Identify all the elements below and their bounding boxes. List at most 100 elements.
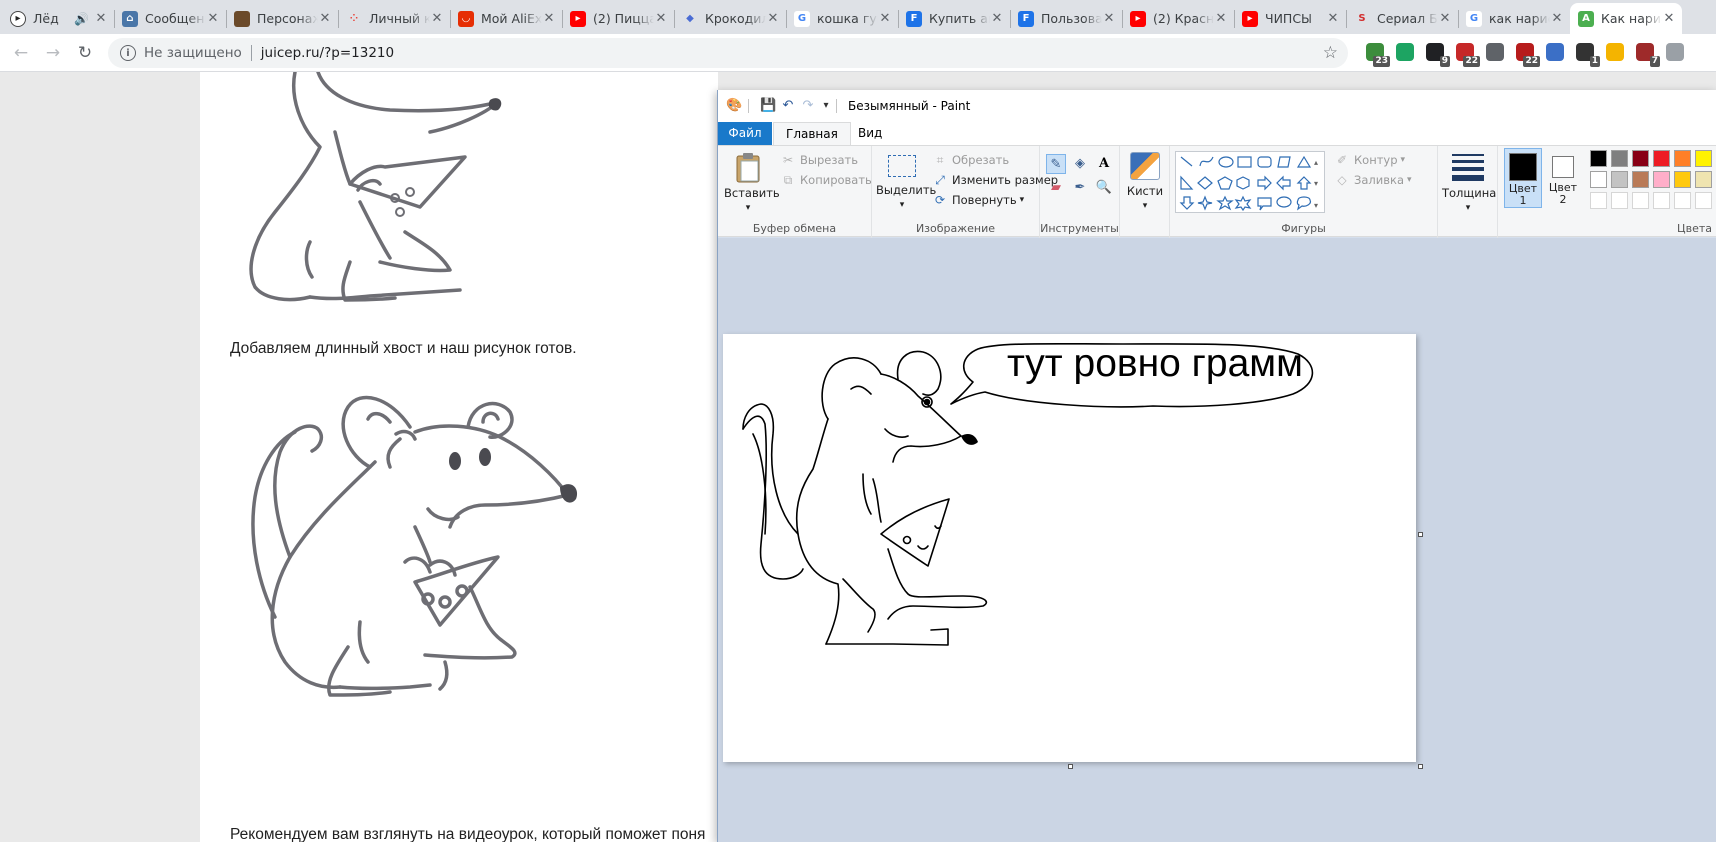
palette-swatch[interactable] [1611,192,1628,209]
ext-lock-icon[interactable] [1606,43,1624,61]
article-caption-tail: Добавляем длинный хвост и наш рисунок го… [230,340,577,357]
color-picker-icon[interactable]: ✒ [1070,178,1090,198]
browser-tab[interactable]: ▸ Лёд 🔊 ✕ [2,3,114,34]
palette-swatch[interactable] [1632,171,1649,188]
tab-close-icon[interactable]: ✕ [94,11,108,26]
ext-red-icon[interactable]: 7 [1636,43,1660,67]
ext-abp2-icon[interactable]: 22 [1516,43,1540,67]
browser-tab[interactable]: F Пользователь✕ [1010,3,1122,34]
ext-cube-icon[interactable]: 9 [1426,43,1450,67]
forward-button[interactable]: → [40,40,66,66]
palette-swatch[interactable] [1674,150,1691,167]
browser-tab[interactable]: ▸ ЧИПСЫ ✕ [1234,3,1346,34]
palette-swatch[interactable] [1695,171,1712,188]
tab-close-icon[interactable]: ✕ [1102,11,1116,26]
tab-close-icon[interactable]: ✕ [206,11,220,26]
palette-swatch[interactable] [1590,171,1607,188]
brushes-button[interactable]: Кисти ▾ [1124,152,1166,213]
undo-icon[interactable]: ↶ [780,98,796,114]
crop-button[interactable]: ⌗ Обрезать [932,152,1010,168]
cut-button[interactable]: ✂ Вырезать [780,152,858,168]
ext-q-icon[interactable] [1396,43,1414,61]
palette-swatch[interactable] [1590,150,1607,167]
customize-qa-chevron-icon[interactable]: ▾ [818,98,834,114]
palette-swatch[interactable] [1674,171,1691,188]
palette-swatch[interactable] [1674,192,1691,209]
browser-tab[interactable]: ◡ Мой AliExpress✕ [450,3,562,34]
fill-dropdown[interactable]: ◇ Заливка ▾ [1334,172,1411,188]
ext-shield-icon[interactable]: 23 [1366,43,1390,67]
resize-handle-corner[interactable] [1418,764,1423,769]
browser-tab[interactable]: Персонаж ✕ [226,3,338,34]
tab-close-icon[interactable]: ✕ [654,11,668,26]
redo-icon[interactable]: ↷ [800,98,816,114]
palette-swatch[interactable] [1611,171,1628,188]
save-icon[interactable]: 💾 [760,98,776,114]
browser-tab[interactable]: A Как нарисовать✕ [1570,3,1682,34]
tab-home[interactable]: Главная [773,122,851,145]
palette-swatch[interactable] [1695,150,1712,167]
palette-swatch[interactable] [1653,192,1670,209]
color2-button[interactable]: Цвет 2 [1544,148,1582,208]
palette-swatch[interactable] [1653,171,1670,188]
palette-swatch[interactable] [1632,150,1649,167]
color1-button[interactable]: Цвет 1 [1504,148,1542,208]
browser-tab[interactable]: ⌂ Сообщения✕ [114,3,226,34]
site-info-icon[interactable]: i [120,45,136,61]
pencil-tool-icon[interactable]: ✎ [1046,154,1066,174]
select-button[interactable]: Выделить ▾ [876,152,936,212]
browser-tab[interactable]: ▸ (2) Красный✕ [1122,3,1234,34]
browser-tab[interactable]: S Сериал Б ✕ [1346,3,1458,34]
browser-tab[interactable]: F Купить аккаунт✕ [898,3,1010,34]
tab-close-icon[interactable]: ✕ [318,11,332,26]
ext-v-icon[interactable] [1546,43,1564,61]
shapes-gallery[interactable]: ▴ ▾ ▾ [1175,151,1325,213]
palette-swatch[interactable] [1695,192,1712,209]
back-button[interactable]: ← [8,40,34,66]
browser-tab[interactable]: ▸ (2) Пицца ✕ [562,3,674,34]
tab-close-icon[interactable]: ✕ [430,11,444,26]
browser-tab[interactable]: Gкак нарисовать✕ [1458,3,1570,34]
palette-swatch[interactable] [1590,192,1607,209]
tab-file[interactable]: Файл [718,122,772,145]
tab-view[interactable]: Вид [846,122,894,145]
tab-close-icon[interactable]: ✕ [990,11,1004,26]
tab-close-icon[interactable]: ✕ [1214,11,1228,26]
text-tool-icon[interactable]: A [1094,154,1114,174]
paste-button[interactable]: Вставить ▾ [724,152,780,215]
bookmark-star-icon[interactable]: ☆ [1323,43,1338,63]
eraser-icon[interactable]: ▰ [1046,178,1066,198]
tab-close-icon[interactable]: ✕ [1662,11,1676,26]
reload-button[interactable]: ↻ [72,40,98,66]
ext-chat-icon[interactable] [1486,43,1504,61]
palette-swatch[interactable] [1611,150,1628,167]
tab-close-icon[interactable]: ✕ [1550,11,1564,26]
address-divider [250,45,252,61]
tab-close-icon[interactable]: ✕ [878,11,892,26]
palette-swatch[interactable] [1632,192,1649,209]
tab-close-icon[interactable]: ✕ [542,11,556,26]
rotate-button[interactable]: ⟳ Повернуть ▾ [932,192,1024,208]
address-bar[interactable]: i Не защищено juicep.ru/?p=13210 ☆ [108,38,1348,68]
audio-playing-icon[interactable]: 🔊 [74,12,90,26]
tab-close-icon[interactable]: ✕ [766,11,780,26]
fill-bucket-icon[interactable]: ◈ [1070,154,1090,174]
browser-tab[interactable]: ◆ Крокодил ✕ [674,3,786,34]
ext-box-icon[interactable]: 1 [1576,43,1600,67]
copy-button[interactable]: ⧉ Копировать [780,172,872,188]
tab-close-icon[interactable]: ✕ [1326,11,1340,26]
tab-separator [450,10,451,28]
magnifier-icon[interactable]: 🔍 [1094,178,1114,198]
paint-canvas[interactable]: тут ровно грамм [723,334,1416,762]
resize-handle-bottom[interactable] [1068,764,1073,769]
browser-tab[interactable]: Gкошка гугл✕ [786,3,898,34]
tab-close-icon[interactable]: ✕ [1438,11,1452,26]
outline-dropdown[interactable]: ✐ Контур ▾ [1334,152,1405,168]
url-text[interactable]: juicep.ru/?p=13210 [261,45,394,61]
browser-tab[interactable]: ⁘ Личный кабинет✕ [338,3,450,34]
resize-handle-right[interactable] [1418,532,1423,537]
palette-swatch[interactable] [1653,150,1670,167]
ext-abp-icon[interactable]: 22 [1456,43,1480,67]
ext-circle-icon[interactable] [1666,43,1684,61]
size-button[interactable]: Толщина ▾ [1442,152,1496,215]
